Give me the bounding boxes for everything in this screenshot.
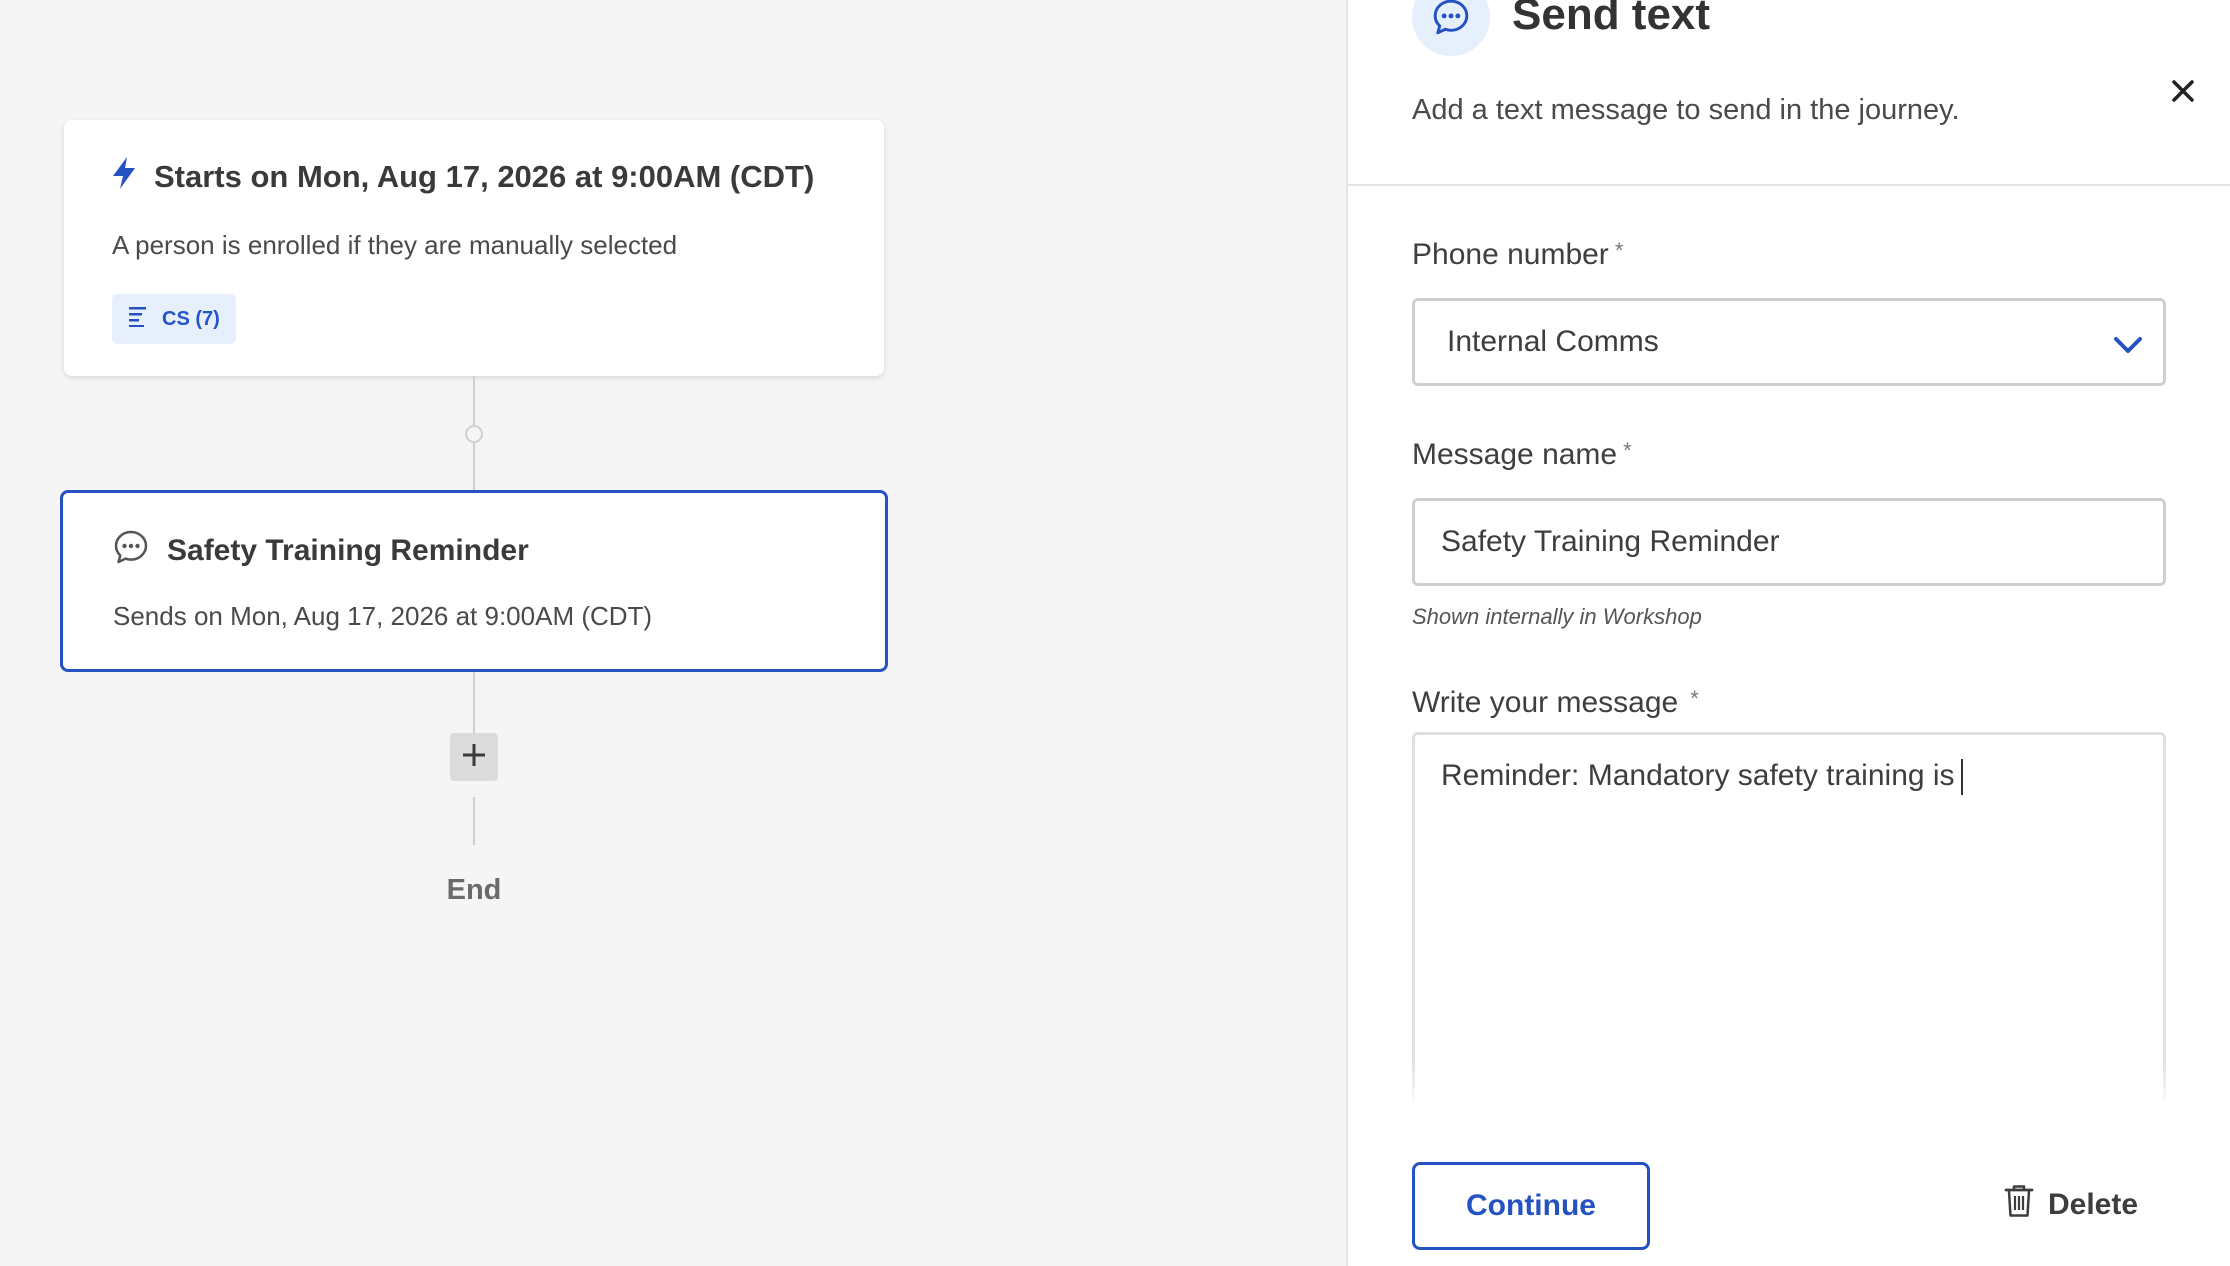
- step-title: Safety Training Reminder: [167, 534, 529, 567]
- message-label: Write your message *: [1412, 686, 1699, 720]
- panel-title: Send text: [1512, 0, 1711, 39]
- list-icon: [128, 305, 148, 333]
- chat-bubble-icon: [1412, 0, 1490, 56]
- continue-button[interactable]: Continue: [1412, 1162, 1650, 1250]
- plus-icon: [461, 742, 487, 773]
- phone-number-select[interactable]: Internal Comms: [1412, 298, 2166, 386]
- panel-subtitle: Add a text message to send in the journe…: [1412, 94, 1960, 126]
- connector-line: [473, 376, 475, 425]
- message-text: Reminder: Mandatory safety training is: [1441, 759, 1963, 796]
- chevron-down-icon: [2113, 329, 2143, 363]
- message-name-label-text: Message name: [1412, 438, 1618, 471]
- chat-bubble-icon: [113, 529, 149, 573]
- connector-line: [473, 443, 475, 490]
- phone-number-selected: Internal Comms: [1447, 325, 1659, 358]
- required-mark: *: [1623, 438, 1632, 463]
- required-mark: *: [1614, 238, 1624, 263]
- lightning-icon: [110, 156, 138, 198]
- send-text-panel: Send text Add a text message to send in …: [1346, 0, 2230, 1266]
- step-title-row: Safety Training Reminder: [113, 529, 529, 573]
- trigger-card[interactable]: Starts on Mon, Aug 17, 2026 at 9:00AM (C…: [64, 120, 884, 376]
- connector-line: [473, 797, 475, 845]
- message-textarea[interactable]: Reminder: Mandatory safety training is: [1412, 732, 2166, 1102]
- phone-number-label: Phone number *: [1412, 238, 1623, 272]
- close-icon: [2171, 79, 2195, 108]
- message-name-label: Message name *: [1412, 438, 1632, 472]
- message-name-input[interactable]: [1412, 498, 2166, 586]
- close-button[interactable]: [2168, 78, 2198, 108]
- journey-canvas: Starts on Mon, Aug 17, 2026 at 9:00AM (C…: [0, 0, 1346, 1266]
- delete-label: Delete: [2048, 1188, 2139, 1221]
- connector-node: [465, 425, 483, 443]
- message-text-value: Reminder: Mandatory safety training is: [1441, 759, 1955, 792]
- segment-chip-label: CS (7): [162, 307, 220, 330]
- delete-button[interactable]: Delete: [2004, 1180, 2138, 1230]
- add-step-button[interactable]: [450, 733, 498, 781]
- connector-line: [473, 672, 475, 733]
- step-description: Sends on Mon, Aug 17, 2026 at 9:00AM (CD…: [113, 601, 653, 631]
- segment-chip[interactable]: CS (7): [112, 294, 236, 344]
- message-name-help: Shown internally in Workshop: [1412, 604, 1702, 629]
- panel-header: Send text Add a text message to send in …: [1348, 0, 2230, 186]
- trigger-title: Starts on Mon, Aug 17, 2026 at 9:00AM (C…: [154, 159, 815, 194]
- text-caret: [1960, 759, 1963, 796]
- trash-icon: [2004, 1184, 2034, 1226]
- message-label-text: Write your message: [1412, 686, 1679, 719]
- trigger-title-row: Starts on Mon, Aug 17, 2026 at 9:00AM (C…: [110, 156, 814, 198]
- phone-number-label-text: Phone number: [1412, 238, 1609, 271]
- textarea-fade: [1412, 1060, 2166, 1110]
- step-card-send-text[interactable]: Safety Training Reminder Sends on Mon, A…: [60, 490, 888, 672]
- trigger-description: A person is enrolled if they are manuall…: [112, 230, 678, 260]
- required-mark: *: [1690, 686, 1699, 711]
- end-label: End: [446, 874, 502, 906]
